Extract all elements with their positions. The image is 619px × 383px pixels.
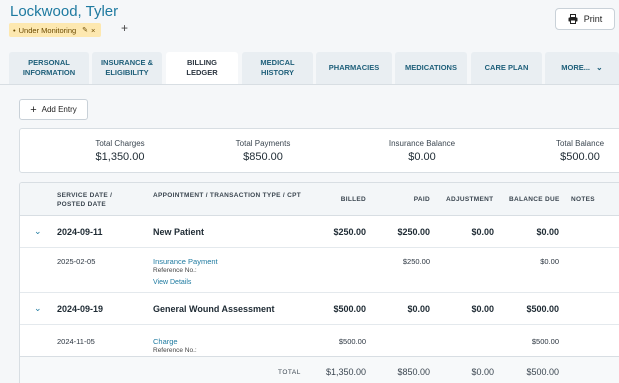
badge-dot: • [13,25,16,35]
total-billed: $1,350.00 [325,367,366,377]
tab-label: MEDICATIONS [405,63,457,72]
summary-total-payments: Total Payments $850.00 [208,139,318,163]
balance-value: $0.00 [536,227,559,237]
appointment-type: New Patient [153,227,205,237]
tab-billing-ledger[interactable]: BILLING LEDGER [166,52,238,84]
print-button[interactable]: Print [555,8,615,30]
chevron-down-icon[interactable]: ⌄ [34,226,42,237]
balance-value: $0.00 [540,257,559,266]
table-header: SERVICE DATE / POSTED DATE APPOINTMENT /… [20,183,619,216]
patient-name: Lockwood, Tyler [10,3,119,20]
printer-icon [568,14,578,24]
plus-icon: + [30,103,37,116]
status-badge-label: Under Monitoring [18,25,77,35]
summary-label: Insurance Balance [388,139,456,148]
view-details-link[interactable]: View Details [153,279,191,286]
total-balance: $500.00 [526,367,559,377]
reference-number: Reference No.: [153,267,197,274]
add-tag-icon[interactable]: + [121,21,128,35]
billed-value: $500.00 [333,304,366,314]
summary-label: Total Charges [95,139,145,148]
adjustment-value: $0.00 [471,227,494,237]
transaction-type-link[interactable]: Insurance Payment [153,257,218,266]
summary-value: $500.00 [560,151,600,163]
add-entry-button[interactable]: + Add Entry [19,99,88,120]
tab-medical-history[interactable]: MEDICAL HISTORY [242,52,313,84]
total-adjustment: $0.00 [471,367,494,377]
summary-label: Total Payments [235,139,291,148]
tab-label: MORE... [561,63,591,72]
chevron-down-icon[interactable]: ⌄ [34,303,42,314]
service-date: 2024-09-19 [57,304,104,314]
tab-divider [0,84,619,85]
print-button-label: Print [583,14,603,24]
summary-total-charges: Total Charges $1,350.00 [65,139,175,163]
column-header-paid: PAID [413,196,430,203]
tab-bar: PERSONAL INFORMATION INSURANCE & ELIGIBI… [0,50,619,84]
billed-value: $500.00 [338,337,366,346]
paid-value: $250.00 [402,257,430,266]
billing-ledger-table: SERVICE DATE / POSTED DATE APPOINTMENT /… [19,182,619,383]
column-header-adjustment: ADJUSTMENT [446,196,494,203]
column-header-date: SERVICE DATE / POSTED DATE [57,192,113,208]
tab-care-plan[interactable]: CARE PLAN [471,52,542,84]
column-header-type: APPOINTMENT / TRANSACTION TYPE / CPT [153,192,302,199]
summary-value: $1,350.00 [95,151,145,163]
summary-label: Total Balance [555,139,605,148]
tab-personal-information[interactable]: PERSONAL INFORMATION [9,52,89,84]
service-date: 2024-09-11 [57,227,103,237]
tab-insurance-eligibility[interactable]: INSURANCE & ELIGIBILITY [92,52,162,84]
summary-total-balance: Total Balance $500.00 [525,139,619,163]
tab-pharmacies[interactable]: PHARMACIES [316,52,392,84]
summary-insurance-balance: Insurance Balance $0.00 [367,139,477,163]
transaction-row: 2024-11-05 Charge Reference No.: $500.00… [20,325,619,356]
paid-value: $250.00 [397,227,430,237]
column-header-notes: NOTES [571,196,595,203]
table-row[interactable]: ⌄ 2024-09-19 General Wound Assessment $5… [20,293,619,325]
status-badge[interactable]: • Under Monitoring ✎ × [9,23,102,37]
tab-more[interactable]: MORE... ⌄ [545,52,619,84]
column-header-balance-due: BALANCE DUE [509,196,560,203]
balance-value: $500.00 [531,337,559,346]
total-label: TOTAL [278,369,301,376]
transaction-row: 2025-02-05 Insurance Payment Reference N… [20,248,619,293]
ledger-summary: Total Charges $1,350.00 Total Payments $… [19,128,619,173]
adjustment-value: $0.00 [471,304,494,314]
tab-label: INSURANCE & ELIGIBILITY [100,58,154,77]
chevron-down-icon: ⌄ [596,63,603,72]
tab-label: PHARMACIES [328,63,380,72]
tab-label: CARE PLAN [484,63,529,72]
edit-pencil-icon[interactable]: ✎ [82,26,88,34]
posted-date: 2024-11-05 [57,337,95,346]
tab-label: MEDICAL HISTORY [260,58,295,77]
total-row: TOTAL $1,350.00 $850.00 $0.00 $500.00 [20,356,619,383]
table-row[interactable]: ⌄ 2024-09-11 New Patient $250.00 $250.00… [20,216,619,248]
balance-value: $500.00 [526,304,559,314]
tab-label: BILLING LEDGER [186,58,218,77]
summary-value: $850.00 [243,151,283,163]
total-paid: $850.00 [397,367,430,377]
close-icon[interactable]: × [91,26,95,35]
column-header-billed: BILLED [340,196,366,203]
add-entry-label: Add Entry [41,105,77,114]
paid-value: $0.00 [407,304,430,314]
posted-date: 2025-02-05 [57,257,96,266]
appointment-type: General Wound Assessment [153,304,275,314]
transaction-type-link[interactable]: Charge [153,337,178,346]
billed-value: $250.00 [333,227,366,237]
summary-value: $0.00 [408,151,436,163]
reference-number: Reference No.: [153,347,197,354]
tab-label: PERSONAL INFORMATION [22,58,76,77]
tab-medications[interactable]: MEDICATIONS [395,52,467,84]
